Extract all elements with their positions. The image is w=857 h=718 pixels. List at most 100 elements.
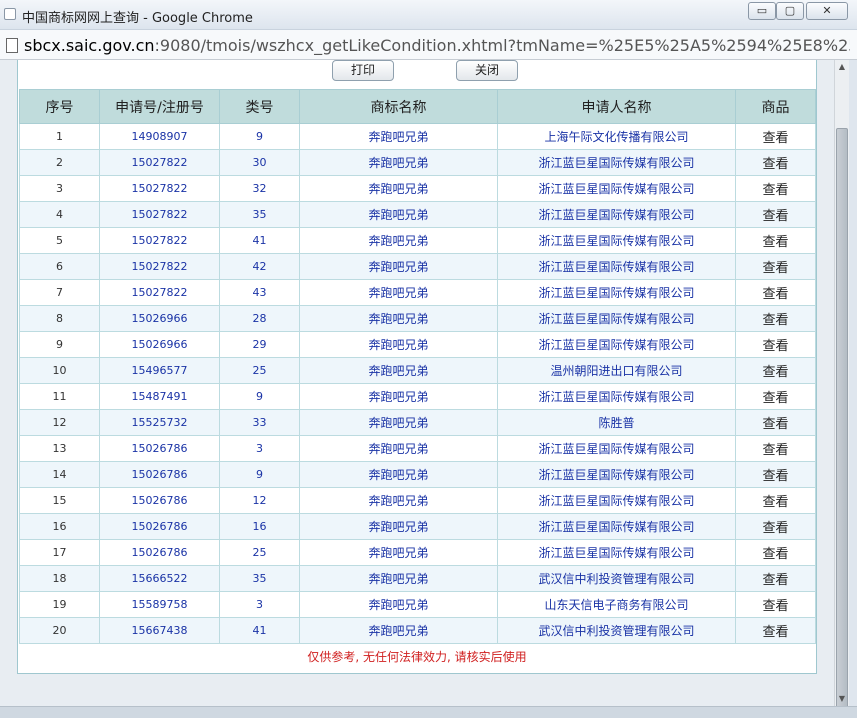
applicant-name[interactable]: 浙江蓝巨星国际传媒有限公司 [497,383,736,410]
trademark-name[interactable]: 奔跑吧兄弟 [299,591,498,618]
window-bottom-frame [0,706,857,718]
trademark-name[interactable]: 奔跑吧兄弟 [299,305,498,332]
view-goods-link[interactable]: 查看 [735,409,816,436]
scroll-up-icon[interactable]: ▲ [836,60,848,74]
applicant-name[interactable]: 浙江蓝巨星国际传媒有限公司 [497,331,736,358]
trademark-name[interactable]: 奔跑吧兄弟 [299,487,498,514]
applicant-name[interactable]: 浙江蓝巨星国际传媒有限公司 [497,201,736,228]
window-close-button[interactable]: ✕ [806,2,848,20]
trademark-name[interactable]: 奔跑吧兄弟 [299,149,498,176]
trademark-name[interactable]: 奔跑吧兄弟 [299,565,498,592]
trademark-name[interactable]: 奔跑吧兄弟 [299,357,498,384]
trademark-name[interactable]: 奔跑吧兄弟 [299,253,498,280]
application-number[interactable]: 15027822 [99,279,220,306]
view-goods-link[interactable]: 查看 [735,435,816,462]
view-goods-link[interactable]: 查看 [735,175,816,202]
application-number[interactable]: 15666522 [99,565,220,592]
applicant-name[interactable]: 浙江蓝巨星国际传媒有限公司 [497,227,736,254]
view-goods-link[interactable]: 查看 [735,305,816,332]
application-number[interactable]: 15026966 [99,331,220,358]
view-goods-link[interactable]: 查看 [735,279,816,306]
view-goods-link[interactable]: 查看 [735,253,816,280]
table-row: 18 15666522 35 奔跑吧兄弟 武汉信中利投资管理有限公司 查看 [19,565,816,592]
trademark-name[interactable]: 奔跑吧兄弟 [299,123,498,150]
applicant-name[interactable]: 武汉信中利投资管理有限公司 [497,565,736,592]
application-number[interactable]: 15027822 [99,149,220,176]
application-number[interactable]: 15667438 [99,617,220,644]
trademark-name[interactable]: 奔跑吧兄弟 [299,383,498,410]
maximize-button[interactable]: ▢ [776,2,804,20]
trademark-name[interactable]: 奔跑吧兄弟 [299,331,498,358]
row-index: 15 [19,487,100,514]
applicant-name[interactable]: 浙江蓝巨星国际传媒有限公司 [497,539,736,566]
table-row: 12 15525732 33 奔跑吧兄弟 陈胜普 查看 [19,409,816,436]
application-number[interactable]: 15027822 [99,253,220,280]
applicant-name[interactable]: 温州朝阳进出口有限公司 [497,357,736,384]
print-button[interactable]: 打印 [332,60,394,81]
applicant-name[interactable]: 浙江蓝巨星国际传媒有限公司 [497,149,736,176]
applicant-name[interactable]: 浙江蓝巨星国际传媒有限公司 [497,461,736,488]
view-goods-link[interactable]: 查看 [735,617,816,644]
scroll-down-icon[interactable]: ▼ [836,692,848,706]
application-number[interactable]: 15026786 [99,513,220,540]
application-number[interactable]: 15589758 [99,591,220,618]
table-row: 16 15026786 16 奔跑吧兄弟 浙江蓝巨星国际传媒有限公司 查看 [19,513,816,540]
application-number[interactable]: 15026786 [99,435,220,462]
trademark-name[interactable]: 奔跑吧兄弟 [299,201,498,228]
applicant-name[interactable]: 浙江蓝巨星国际传媒有限公司 [497,305,736,332]
trademark-name[interactable]: 奔跑吧兄弟 [299,435,498,462]
view-goods-link[interactable]: 查看 [735,383,816,410]
view-goods-link[interactable]: 查看 [735,539,816,566]
vertical-scrollbar[interactable]: ▲ ▼ [834,60,849,708]
applicant-name[interactable]: 浙江蓝巨星国际传媒有限公司 [497,253,736,280]
trademark-name[interactable]: 奔跑吧兄弟 [299,227,498,254]
minimize-button[interactable]: ▭ [748,2,776,20]
applicant-name[interactable]: 山东天信电子商务有限公司 [497,591,736,618]
trademark-name[interactable]: 奔跑吧兄弟 [299,539,498,566]
applicant-name[interactable]: 浙江蓝巨星国际传媒有限公司 [497,513,736,540]
close-button[interactable]: 关闭 [456,60,518,81]
applicant-name[interactable]: 武汉信中利投资管理有限公司 [497,617,736,644]
applicant-name[interactable]: 陈胜普 [497,409,736,436]
class-number: 41 [219,617,300,644]
view-goods-link[interactable]: 查看 [735,331,816,358]
view-goods-link[interactable]: 查看 [735,357,816,384]
applicant-name[interactable]: 浙江蓝巨星国际传媒有限公司 [497,487,736,514]
applicant-name[interactable]: 浙江蓝巨星国际传媒有限公司 [497,279,736,306]
row-index: 6 [19,253,100,280]
application-number[interactable]: 15026966 [99,305,220,332]
applicant-name[interactable]: 浙江蓝巨星国际传媒有限公司 [497,175,736,202]
application-number[interactable]: 15496577 [99,357,220,384]
application-number[interactable]: 14908907 [99,123,220,150]
url-text[interactable]: sbcx.saic.gov.cn:9080/tmois/wszhcx_getLi… [24,36,850,55]
trademark-name[interactable]: 奔跑吧兄弟 [299,175,498,202]
view-goods-link[interactable]: 查看 [735,565,816,592]
application-number[interactable]: 15026786 [99,487,220,514]
applicant-name[interactable]: 浙江蓝巨星国际传媒有限公司 [497,435,736,462]
application-number[interactable]: 15487491 [99,383,220,410]
view-goods-link[interactable]: 查看 [735,227,816,254]
application-number[interactable]: 15027822 [99,175,220,202]
application-number[interactable]: 15525732 [99,409,220,436]
view-goods-link[interactable]: 查看 [735,123,816,150]
view-goods-link[interactable]: 查看 [735,149,816,176]
application-number[interactable]: 15027822 [99,201,220,228]
trademark-name[interactable]: 奔跑吧兄弟 [299,409,498,436]
trademark-name[interactable]: 奔跑吧兄弟 [299,279,498,306]
applicant-name[interactable]: 上海午际文化传播有限公司 [497,123,736,150]
view-goods-link[interactable]: 查看 [735,513,816,540]
table-row: 4 15027822 35 奔跑吧兄弟 浙江蓝巨星国际传媒有限公司 查看 [19,201,816,228]
view-goods-link[interactable]: 查看 [735,591,816,618]
application-number[interactable]: 15026786 [99,539,220,566]
trademark-name[interactable]: 奔跑吧兄弟 [299,617,498,644]
view-goods-link[interactable]: 查看 [735,461,816,488]
table-row: 17 15026786 25 奔跑吧兄弟 浙江蓝巨星国际传媒有限公司 查看 [19,539,816,566]
application-number[interactable]: 15026786 [99,461,220,488]
trademark-name[interactable]: 奔跑吧兄弟 [299,513,498,540]
view-goods-link[interactable]: 查看 [735,201,816,228]
row-index: 12 [19,409,100,436]
scroll-thumb[interactable] [836,128,848,708]
trademark-name[interactable]: 奔跑吧兄弟 [299,461,498,488]
application-number[interactable]: 15027822 [99,227,220,254]
view-goods-link[interactable]: 查看 [735,487,816,514]
